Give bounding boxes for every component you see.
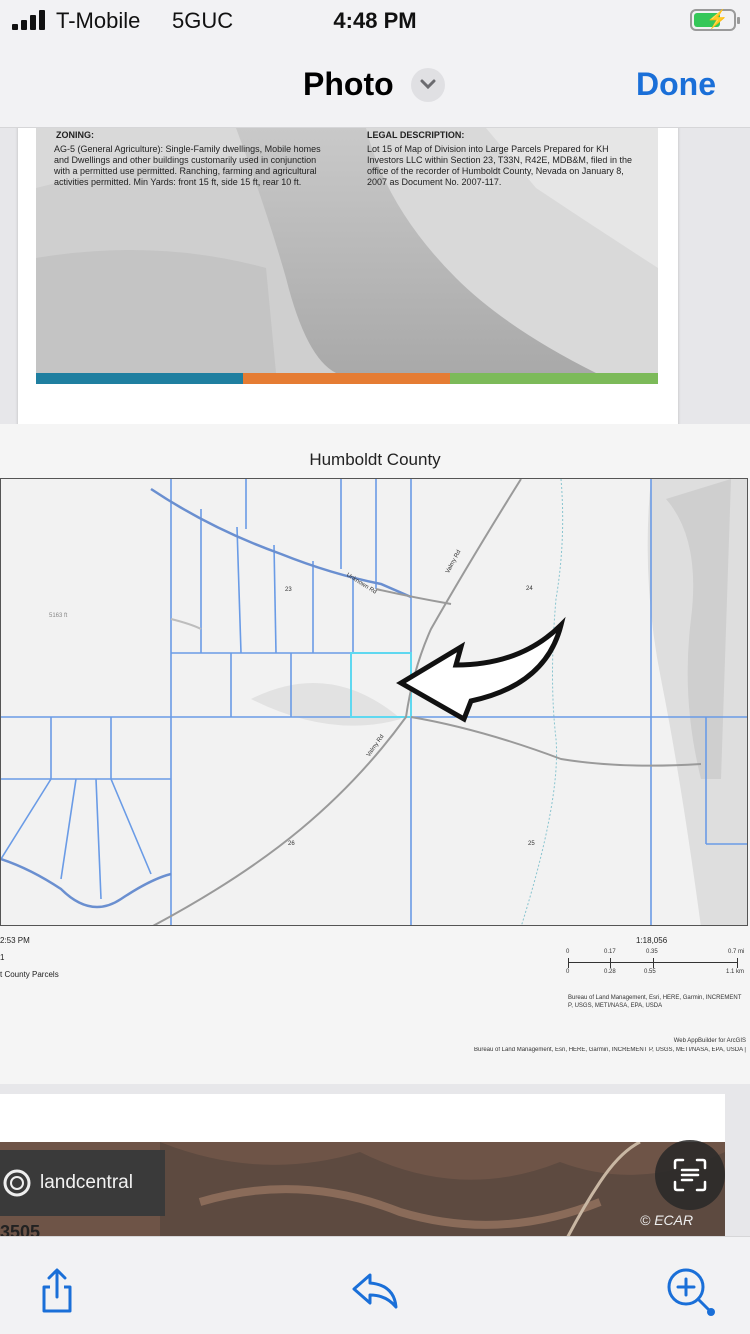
map-attribution: Bureau of Land Management, Esri, HERE, G… [568, 995, 742, 1009]
color-stripe-green [450, 373, 658, 384]
share-icon[interactable] [32, 1265, 82, 1315]
clock: 4:48 PM [333, 8, 417, 33]
brand-name: landcentral [40, 1172, 133, 1193]
webapp-credit: Web AppBuilder for ArcGIS [673, 1038, 746, 1044]
map-attribution-footer: Bureau of Land Management, Esri, HERE, G… [474, 1047, 746, 1053]
map-print-time: 2:53 PM [0, 936, 30, 945]
document-page-3: landcentral 3505 [0, 1094, 725, 1236]
reply-icon[interactable] [350, 1265, 400, 1315]
done-button[interactable]: Done [636, 66, 716, 103]
scale-mi-2: 0.35 [646, 949, 658, 955]
map-legend-line: 1 [0, 953, 5, 962]
section-label-24: 24 [526, 586, 533, 592]
status-bar: T-Mobile 5GUC 4:48 PM ⚡ [0, 0, 750, 44]
watermark: © ECAR [640, 1212, 694, 1228]
scale-km-1: 0.28 [604, 969, 616, 975]
road-photo: ZONING: AG-5 (General Agriculture): Sing… [36, 128, 658, 373]
scale-mi-1: 0.17 [604, 949, 616, 955]
legal-description-heading: LEGAL DESCRIPTION: [367, 130, 465, 140]
map-title: Humboldt County [309, 450, 441, 469]
scale-km-3: 1.1 km [726, 969, 745, 975]
title-menu-chevron-icon[interactable] [411, 68, 445, 102]
scale-ratio: 1:18,056 [636, 936, 668, 945]
navigation-bar: Photo Done [0, 44, 750, 128]
color-stripe-teal [36, 373, 243, 384]
document-viewer[interactable]: ZONING: AG-5 (General Agriculture): Sing… [0, 128, 750, 1236]
section-label-23: 23 [285, 587, 292, 593]
section-label-25: 25 [528, 841, 535, 847]
battery-charging-icon: ⚡ [690, 9, 740, 31]
section-label-26: 26 [288, 841, 295, 847]
elevation-label: 5163 ft [49, 613, 68, 619]
map-legend-parcels: t County Parcels [0, 970, 59, 979]
scale-mi-0: 0 [566, 949, 570, 955]
zoom-in-icon[interactable] [664, 1265, 715, 1316]
page-title[interactable]: Photo [303, 66, 394, 103]
zoning-text: AG-5 (General Agriculture): Single-Famil… [54, 144, 321, 187]
scale-km-2: 0.55 [644, 969, 656, 975]
color-stripe-orange [243, 373, 450, 384]
legal-description-text: Lot 15 of Map of Division into Large Par… [367, 144, 632, 187]
scale-km-0: 0 [566, 969, 570, 975]
landcentral-logo: landcentral [0, 1150, 165, 1216]
bottom-toolbar [0, 1236, 750, 1334]
parcel-map[interactable]: 23 24 25 26 5163 ft Valmy Rd Valmy Rd Un… [0, 478, 748, 926]
scale-bar [568, 958, 738, 968]
listing-number: 3505 [0, 1222, 41, 1236]
document-page-2: Humboldt County 23 24 25 26 5163 ft Valm… [0, 424, 750, 1084]
scale-mi-3: 0.7 mi [728, 949, 745, 955]
live-text-button[interactable] [655, 1140, 725, 1210]
zoning-heading: ZONING: [56, 130, 94, 140]
